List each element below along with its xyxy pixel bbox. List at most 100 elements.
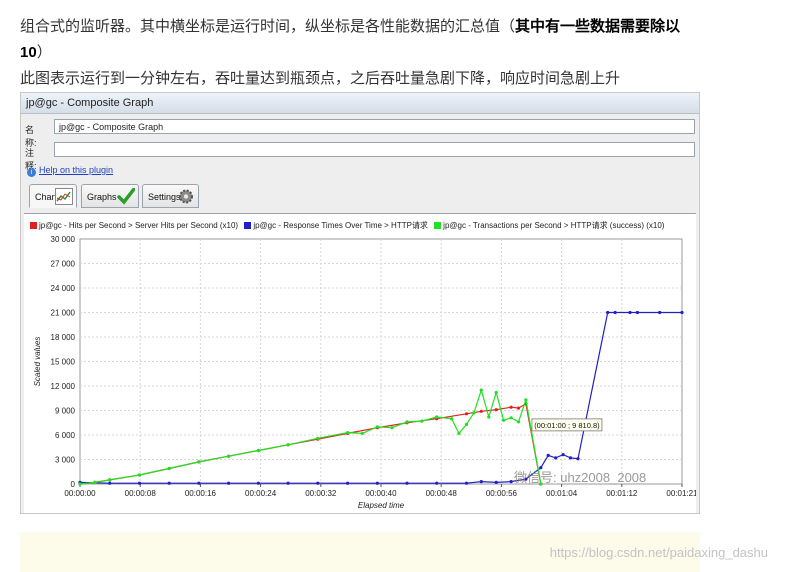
window-title: jp@gc - Composite Graph: [21, 93, 699, 114]
series-point-1: [568, 456, 573, 460]
series-point-2: [516, 420, 521, 424]
series-point-1: [479, 480, 483, 484]
series-point-2: [502, 418, 506, 422]
x-tick-label: 00:01:21: [666, 489, 696, 498]
name-field[interactable]: jp@gc - Composite Graph: [54, 119, 695, 134]
y-tick-label: 12 000: [51, 382, 76, 391]
tab-chart[interactable]: Chart: [29, 184, 77, 208]
series-point-2: [286, 443, 290, 447]
series-point-1: [561, 453, 565, 457]
y-tick-label: 3 000: [55, 456, 76, 465]
series-point-1: [256, 481, 260, 485]
series-point-2: [420, 419, 424, 423]
series-point-1: [554, 456, 558, 460]
x-tick-label: 00:00:48: [426, 489, 458, 498]
tooltip-text: (00:01:00 ; 9 810.8): [534, 421, 600, 430]
series-point-1: [227, 481, 231, 485]
series-point-2: [375, 425, 379, 429]
series-point-1: [316, 481, 320, 485]
series-point-1: [509, 480, 513, 484]
tab-settings[interactable]: Settings: [142, 184, 199, 208]
series-point-2: [360, 431, 364, 435]
series-point-1: [435, 481, 439, 485]
series-point-1: [375, 481, 379, 485]
y-tick-label: 6 000: [55, 431, 76, 440]
x-tick-label: 00:01:04: [546, 489, 578, 498]
series-point-0: [479, 409, 483, 413]
y-tick-label: 21 000: [51, 309, 76, 318]
series-point-1: [613, 310, 617, 315]
series-point-1: [405, 481, 409, 485]
gear-icon: [179, 189, 193, 204]
series-point-1: [464, 481, 469, 485]
x-tick-label: 00:00:24: [245, 489, 277, 498]
series-point-1: [539, 466, 543, 470]
x-tick-label: 00:00:56: [486, 489, 518, 498]
comment-field[interactable]: [54, 142, 695, 157]
series-point-2: [197, 460, 201, 464]
series-point-0: [464, 412, 469, 416]
series-point-2: [457, 431, 461, 435]
y-tick-label: 0: [71, 480, 76, 489]
series-point-2: [316, 436, 320, 440]
series-point-1: [137, 481, 142, 485]
wechat-watermark: 微信号: uhz2008_2008: [514, 470, 646, 485]
x-tick-label: 00:00:40: [365, 489, 397, 498]
series-point-1: [167, 481, 171, 485]
chart-icon: [55, 188, 73, 205]
series-point-2: [256, 448, 260, 453]
y-tick-label: 30 000: [51, 235, 76, 244]
series-point-1: [197, 481, 201, 485]
series-point-1: [286, 481, 290, 485]
series-point-2: [450, 417, 454, 421]
help-link[interactable]: i Help on this plugin: [27, 165, 113, 177]
x-tick-label: 00:00:32: [305, 489, 337, 498]
series-point-2: [227, 454, 231, 458]
series-point-2: [390, 426, 394, 430]
series-point-1: [658, 310, 662, 315]
chart-panel: jp@gc - Hits per Second > Server Hits pe…: [24, 213, 696, 513]
checkmark-icon: [117, 188, 135, 205]
series-point-2: [137, 473, 142, 477]
y-tick-label: 24 000: [51, 284, 76, 293]
jmeter-screenshot: jp@gc - Composite Graph 名称: jp@gc - Comp…: [20, 92, 700, 514]
series-point-1: [576, 457, 580, 461]
series-point-2: [435, 415, 439, 419]
y-axis-label: Scaled values: [33, 337, 42, 387]
series-point-2: [78, 482, 82, 486]
series-point-0: [494, 408, 498, 412]
article-line-1: 组合式的监听器。其中横坐标是运行时间，纵坐标是各性能数据的汇总值（其中有一些数据…: [20, 18, 681, 61]
x-tick-label: 00:01:12: [606, 489, 638, 498]
x-axis-label: Elapsed time: [358, 501, 405, 510]
series-point-2: [494, 390, 498, 395]
series-point-1: [635, 310, 640, 315]
composite-chart: 0 3 000 6 000 9 000 12 000 15 000 18 000 21 000…: [33, 235, 696, 510]
y-tick-label: 27 000: [51, 260, 76, 269]
article-text: 组合式的监听器。其中横坐标是运行时间，纵坐标是各性能数据的汇总值（其中有一些数据…: [20, 14, 700, 92]
series-point-2: [472, 411, 476, 415]
tab-graphs[interactable]: Graphs: [81, 184, 139, 208]
series-point-0: [516, 406, 521, 410]
series-point-2: [167, 466, 171, 471]
x-tick-label: 00:00:00: [64, 489, 96, 498]
series-point-1: [346, 481, 350, 485]
info-icon: i: [27, 168, 36, 177]
y-tick-label: 9 000: [55, 407, 76, 416]
series-point-0: [509, 405, 513, 409]
series-point-2: [93, 480, 97, 484]
y-tick-label: 15 000: [51, 358, 76, 367]
series-point-2: [509, 416, 513, 420]
series-point-1: [494, 480, 498, 484]
csdn-watermark: https://blog.csdn.net/paidaxing_dashu: [549, 545, 768, 560]
x-tick-label: 00:00:08: [125, 489, 157, 498]
series-point-1: [546, 453, 550, 457]
series-point-2: [346, 431, 350, 435]
series-point-2: [405, 420, 409, 424]
series-point-1: [108, 481, 112, 485]
y-tick-label: 18 000: [51, 333, 76, 342]
series-point-2: [524, 398, 528, 402]
article-line-2: 此图表示运行到一分钟左右，吞吐量达到瓶颈点，之后吞吐量急剧下降，响应时间急剧上升: [20, 70, 621, 87]
x-tick-label: 00:00:16: [185, 489, 217, 498]
series-point-2: [479, 388, 483, 392]
series-point-2: [108, 478, 112, 482]
